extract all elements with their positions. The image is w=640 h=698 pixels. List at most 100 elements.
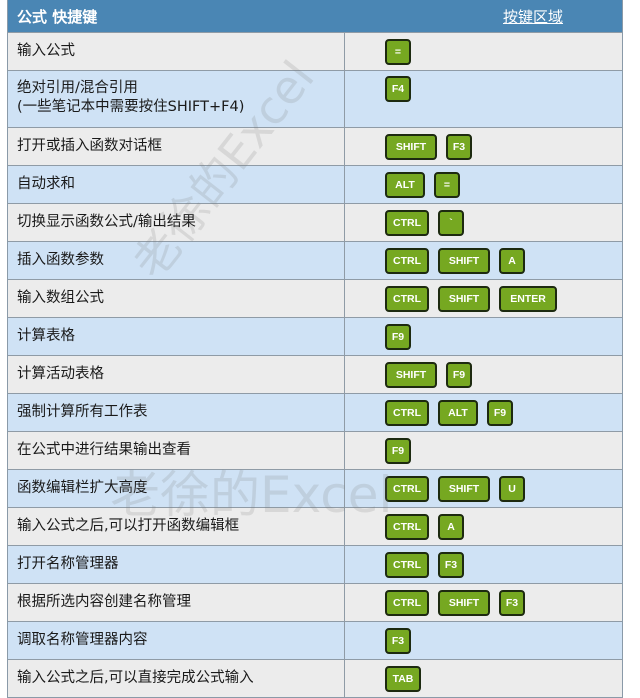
key-combination: CTRL ` (345, 204, 622, 241)
key-cap: ALT (385, 171, 425, 198)
table-row: 绝对引用/混合引用 (一些笔记本中需要按住SHIFT+F4) F4 (8, 70, 622, 127)
key-cap: F9 (385, 437, 411, 464)
table-row: 调取名称管理器内容 F3 (8, 621, 622, 659)
shortcut-description: 函数编辑栏扩大高度 (8, 470, 345, 507)
description-line: 输入公式 (17, 43, 75, 59)
shortcut-description: 绝对引用/混合引用 (一些笔记本中需要按住SHIFT+F4) (8, 71, 345, 127)
description-line: 打开名称管理器 (17, 556, 119, 572)
key-zone-header: 按键区域 (503, 7, 564, 26)
shortcut-description: 输入公式 (8, 33, 345, 70)
shortcut-description: 插入函数参数 (8, 242, 345, 279)
key-combination: SHIFT F3 (345, 128, 622, 165)
key-cap: A (438, 513, 464, 540)
description-line: 调取名称管理器内容 (17, 632, 148, 648)
shortcut-description: 计算表格 (8, 318, 345, 355)
key-combination: CTRL SHIFT F3 (345, 584, 622, 621)
key-cap: SHIFT (438, 247, 490, 274)
description-line: 函数编辑栏扩大高度 (17, 480, 148, 496)
key-combination: CTRL A (345, 508, 622, 545)
key-cap: F9 (446, 361, 472, 388)
description-line: 计算活动表格 (17, 366, 104, 382)
key-cap: CTRL (385, 475, 429, 502)
table-row: 函数编辑栏扩大高度 CTRL SHIFT U (8, 469, 622, 507)
key-combination: F9 (345, 318, 622, 355)
table-row: 输入数组公式 CTRL SHIFT ENTER (8, 279, 622, 317)
shortcut-description: 打开或插入函数对话框 (8, 128, 345, 165)
description-line: 绝对引用/混合引用 (17, 80, 138, 96)
shortcut-description: 在公式中进行结果输出查看 (8, 432, 345, 469)
header-title: 公式 快捷键 (17, 7, 98, 26)
shortcut-description: 强制计算所有工作表 (8, 394, 345, 431)
key-cap: ALT (438, 399, 478, 426)
key-cap: CTRL (385, 285, 429, 312)
key-cap: = (385, 38, 411, 65)
shortcut-description: 打开名称管理器 (8, 546, 345, 583)
table-row: 插入函数参数 CTRL SHIFT A (8, 241, 622, 279)
shortcut-description: 输入公式之后,可以直接完成公式输入 (8, 660, 345, 697)
table-header: 公式 快捷键 按键区域 (8, 0, 622, 32)
key-combination: = (345, 33, 622, 70)
key-combination: ALT = (345, 166, 622, 203)
table-row: 打开名称管理器 CTRL F3 (8, 545, 622, 583)
key-cap: SHIFT (385, 133, 437, 160)
description-line: (一些笔记本中需要按住SHIFT+F4) (17, 99, 245, 115)
table-row: 计算活动表格 SHIFT F9 (8, 355, 622, 393)
key-cap: ENTER (499, 285, 557, 312)
key-combination: F9 (345, 432, 622, 469)
key-cap: SHIFT (385, 361, 437, 388)
table-row: 输入公式之后,可以打开函数编辑框 CTRL A (8, 507, 622, 545)
key-combination: CTRL SHIFT U (345, 470, 622, 507)
key-cap: CTRL (385, 399, 429, 426)
key-combination: F4 (345, 71, 622, 127)
shortcut-table: 公式 快捷键 按键区域 输入公式 = 绝对引用/混合引用 (一些笔记本中需要按住SHI… (7, 0, 623, 698)
key-cap: = (434, 171, 460, 198)
key-combination: SHIFT F9 (345, 356, 622, 393)
table-row: 切换显示函数公式/输出结果 CTRL ` (8, 203, 622, 241)
key-cap: CTRL (385, 551, 429, 578)
key-cap: CTRL (385, 589, 429, 616)
shortcut-description: 调取名称管理器内容 (8, 622, 345, 659)
key-combination: CTRL SHIFT A (345, 242, 622, 279)
key-cap: F3 (499, 589, 525, 616)
key-cap: F4 (385, 76, 411, 102)
key-cap: CTRL (385, 513, 429, 540)
description-line: 计算表格 (17, 328, 75, 344)
table-row: 计算表格 F9 (8, 317, 622, 355)
table-row: 输入公式之后,可以直接完成公式输入 TAB (8, 659, 622, 697)
table-row: 根据所选内容创建名称管理 CTRL SHIFT F3 (8, 583, 622, 621)
key-combination: CTRL F3 (345, 546, 622, 583)
key-cap: A (499, 247, 525, 274)
key-cap: TAB (385, 665, 421, 692)
description-line: 打开或插入函数对话框 (17, 138, 162, 154)
key-combination: F3 (345, 622, 622, 659)
shortcut-description: 输入公式之后,可以打开函数编辑框 (8, 508, 345, 545)
key-cap: CTRL (385, 247, 429, 274)
key-cap: U (499, 475, 525, 502)
description-line: 输入数组公式 (17, 290, 104, 306)
table-row: 在公式中进行结果输出查看 F9 (8, 431, 622, 469)
shortcut-description: 根据所选内容创建名称管理 (8, 584, 345, 621)
key-cap: CTRL (385, 209, 429, 236)
key-cap: SHIFT (438, 285, 490, 312)
key-combination: TAB (345, 660, 622, 697)
description-line: 在公式中进行结果输出查看 (17, 442, 191, 458)
shortcut-description: 输入数组公式 (8, 280, 345, 317)
description-line: 输入公式之后,可以打开函数编辑框 (17, 518, 240, 534)
key-cap: SHIFT (438, 475, 490, 502)
description-line: 强制计算所有工作表 (17, 404, 148, 420)
table-row: 输入公式 = (8, 32, 622, 70)
table-row: 自动求和 ALT = (8, 165, 622, 203)
description-line: 输入公式之后,可以直接完成公式输入 (17, 670, 254, 686)
table-row: 强制计算所有工作表 CTRL ALT F9 (8, 393, 622, 431)
table-body: 输入公式 = 绝对引用/混合引用 (一些笔记本中需要按住SHIFT+F4) F4 打开或插… (8, 32, 622, 697)
shortcut-description: 切换显示函数公式/输出结果 (8, 204, 345, 241)
key-cap: F9 (487, 399, 513, 426)
description-line: 切换显示函数公式/输出结果 (17, 214, 196, 230)
table-row: 打开或插入函数对话框 SHIFT F3 (8, 127, 622, 165)
key-cap: F3 (446, 133, 472, 160)
description-line: 插入函数参数 (17, 252, 104, 268)
shortcut-description: 计算活动表格 (8, 356, 345, 393)
key-cap: F3 (385, 627, 411, 654)
shortcut-description: 自动求和 (8, 166, 345, 203)
description-line: 根据所选内容创建名称管理 (17, 594, 191, 610)
